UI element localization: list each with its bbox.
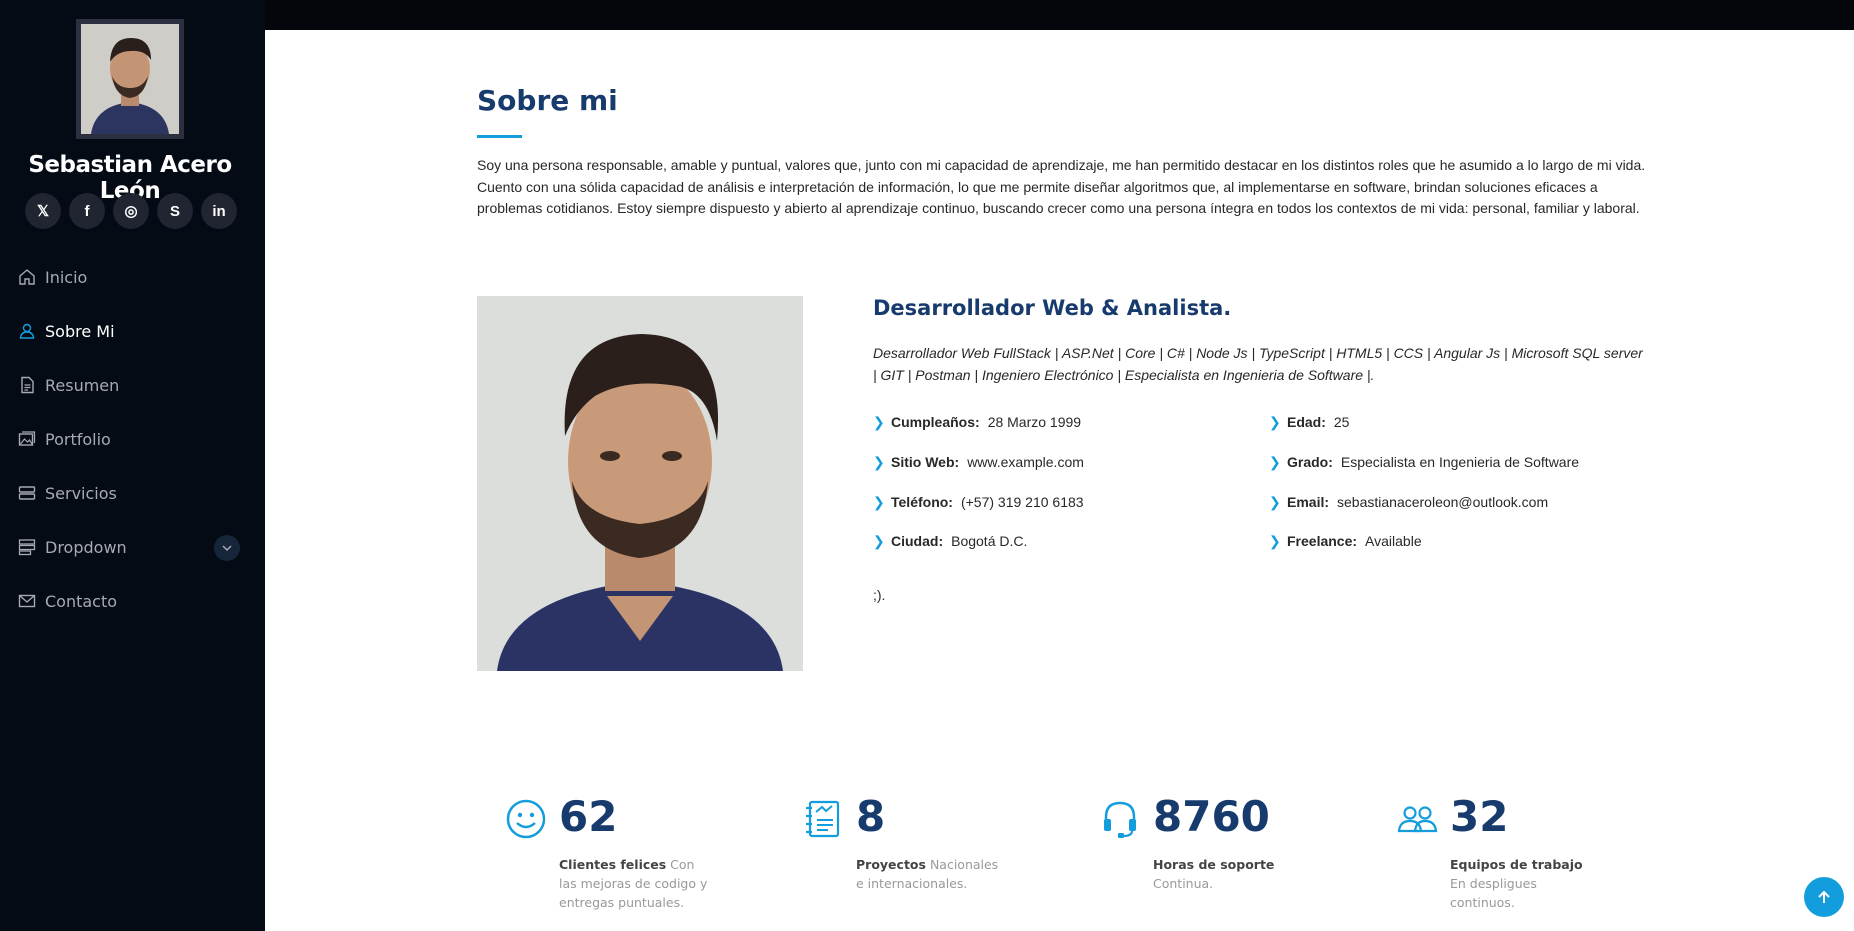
nav-menu: Inicio Sobre Mi Resumen Portfolio Servic… bbox=[0, 250, 265, 628]
file-icon bbox=[21, 376, 34, 394]
detail-email: ❯ Email: sebastianaceroleon@outlook.com bbox=[1269, 494, 1549, 510]
profile-photo bbox=[477, 296, 803, 671]
stat-description: Proyectos Nacionales e internacionales. bbox=[856, 857, 999, 891]
stat-description: Clientes felices Con las mejoras de codi… bbox=[559, 857, 708, 910]
stat-number: 62 bbox=[559, 792, 618, 841]
detail-city: ❯ Ciudad: Bogotá D.C. bbox=[873, 533, 1028, 549]
sidebar: Sebastian Acero León 𝕏 f ◎ S in Inicio S… bbox=[0, 0, 265, 931]
x-twitter-icon[interactable]: 𝕏 bbox=[25, 193, 61, 229]
images-icon bbox=[18, 431, 36, 446]
title-underline bbox=[477, 135, 522, 138]
nav-item-portfolio[interactable]: Portfolio bbox=[0, 412, 265, 466]
stat-number: 8760 bbox=[1153, 792, 1270, 841]
chevron-right-icon: ❯ bbox=[873, 454, 885, 470]
detail-degree: ❯ Grado: Especialista en Ingenieria de Sof… bbox=[1269, 454, 1580, 470]
social-links: 𝕏 f ◎ S in bbox=[25, 193, 237, 229]
nav-item-servicios[interactable]: Servicios bbox=[0, 466, 265, 520]
home-icon bbox=[19, 269, 35, 285]
instagram-icon[interactable]: ◎ bbox=[113, 193, 149, 229]
chevron-right-icon: ❯ bbox=[1269, 533, 1281, 549]
stat-number: 8 bbox=[856, 792, 886, 841]
journal-richtext-icon bbox=[806, 800, 840, 838]
chevron-right-icon: ❯ bbox=[873, 414, 885, 430]
detail-phone: ❯ Teléfono: (+57) 319 210 6183 bbox=[873, 494, 1084, 510]
detail-birthday: ❯ Cumpleaños: 28 Marzo 1999 bbox=[873, 414, 1082, 430]
people-icon bbox=[1397, 806, 1438, 833]
nav-label: Contacto bbox=[45, 591, 118, 611]
nav-label: Portfolio bbox=[45, 429, 111, 449]
chevron-right-icon: ❯ bbox=[1269, 494, 1281, 510]
menu-icon bbox=[18, 539, 36, 556]
back-to-top-button[interactable] bbox=[1804, 877, 1844, 917]
facebook-icon[interactable]: f bbox=[69, 193, 105, 229]
chevron-right-icon: ❯ bbox=[873, 533, 885, 549]
envelope-icon bbox=[18, 594, 36, 608]
nav-label: Resumen bbox=[45, 375, 120, 395]
nav-label: Inicio bbox=[45, 267, 88, 287]
nav-item-inicio[interactable]: Inicio bbox=[0, 250, 265, 304]
skills-text: Desarrollador Web FullStack | ASP.Net | … bbox=[873, 345, 1643, 383]
linkedin-icon[interactable]: in bbox=[201, 193, 237, 229]
chevron-right-icon: ❯ bbox=[1269, 454, 1281, 470]
role-heading: Desarrollador Web & Analista. bbox=[873, 296, 1232, 320]
skype-icon[interactable]: S bbox=[157, 193, 193, 229]
nav-label: Servicios bbox=[45, 483, 117, 503]
server-icon bbox=[18, 486, 36, 500]
stat-description: Horas de soporte Continua. bbox=[1153, 857, 1275, 891]
chevron-right-icon: ❯ bbox=[873, 494, 885, 510]
detail-age: ❯ Edad: 25 bbox=[1269, 414, 1350, 430]
arrow-up-icon bbox=[1818, 890, 1830, 903]
detail-freelance: ❯ Freelance: Available bbox=[1269, 533, 1422, 549]
stat-number: 32 bbox=[1450, 792, 1509, 841]
intro-paragraph: Soy una persona responsable, amable y pu… bbox=[477, 157, 1646, 216]
smile-icon bbox=[506, 799, 546, 839]
stat-description: Equipos de trabajo En despligues continu… bbox=[1450, 857, 1583, 910]
chevron-down-icon[interactable] bbox=[214, 535, 240, 561]
nav-label: Sobre Mi bbox=[45, 321, 115, 341]
nav-item-dropdown[interactable]: Dropdown bbox=[0, 520, 265, 574]
nav-label: Dropdown bbox=[45, 537, 127, 557]
nav-item-resumen[interactable]: Resumen bbox=[0, 358, 265, 412]
nav-item-contacto[interactable]: Contacto bbox=[0, 574, 265, 628]
headset-icon bbox=[1104, 801, 1136, 838]
detail-website: ❯ Sitio Web: www.example.com bbox=[873, 454, 1084, 470]
top-bar bbox=[265, 0, 1854, 30]
nav-item-sobre-mi[interactable]: Sobre Mi bbox=[0, 304, 265, 358]
user-icon bbox=[19, 323, 35, 339]
about-section: Sobre mi Soy una persona responsable, am… bbox=[265, 30, 1854, 931]
section-title: Sobre mi bbox=[477, 84, 618, 117]
closing-text: ;). bbox=[873, 587, 886, 603]
chevron-right-icon: ❯ bbox=[1269, 414, 1281, 430]
profile-avatar bbox=[76, 19, 184, 139]
